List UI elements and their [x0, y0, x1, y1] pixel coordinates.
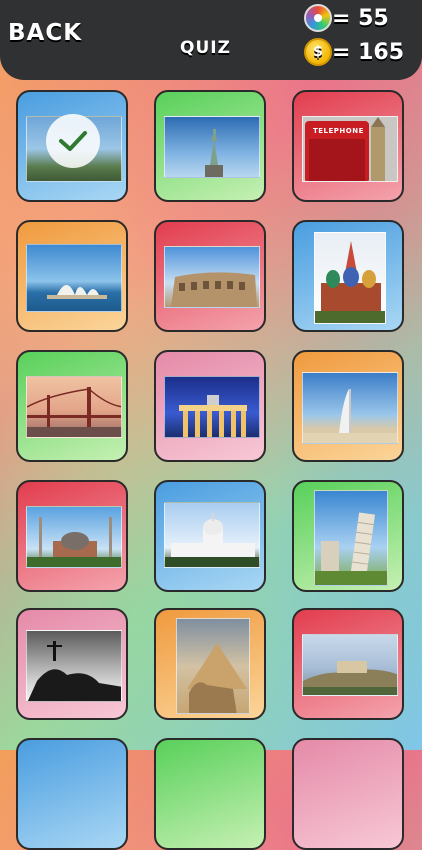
dollar-coin-icon[interactable]: $	[304, 38, 332, 66]
landmark-photo	[164, 502, 260, 568]
landmark-photo	[26, 376, 122, 438]
landmark-photo	[164, 376, 260, 438]
level-tile-partial[interactable]	[16, 738, 128, 850]
landmark-photo	[164, 116, 260, 178]
landmark-photo	[302, 372, 398, 444]
landmark-photo	[176, 618, 250, 714]
page-title: QUIZ	[180, 38, 231, 58]
landmark-photo	[314, 490, 388, 586]
landmark-photo	[26, 506, 122, 568]
level-tile-colosseum[interactable]	[154, 220, 266, 332]
landmark-photo	[26, 244, 122, 312]
level-tile-statue-of-liberty[interactable]	[154, 90, 266, 202]
landmark-photo	[314, 232, 386, 324]
level-tile-partial[interactable]	[154, 738, 266, 850]
level-tile-golden-gate-bridge[interactable]	[16, 350, 128, 462]
level-tile-st-basils-cathedral[interactable]	[292, 220, 404, 332]
photo-text: TELEPHONE	[313, 127, 364, 135]
level-tile-us-capitol[interactable]	[154, 480, 266, 592]
landmark-photo	[302, 634, 398, 696]
level-tile-sydney-opera-house[interactable]	[16, 220, 128, 332]
level-tile-hagia-sophia[interactable]	[16, 480, 128, 592]
back-button[interactable]: BACK	[8, 20, 82, 46]
level-tile-leaning-tower-of-pisa[interactable]	[292, 480, 404, 592]
level-tile-london-telephone-booth[interactable]: TELEPHONE	[292, 90, 404, 202]
level-tile-christ-the-redeemer[interactable]	[16, 608, 128, 720]
level-tile-burj-al-arab[interactable]	[292, 350, 404, 462]
level-tile-brandenburg-gate[interactable]	[154, 350, 266, 462]
hints-counter: = 55	[304, 4, 389, 32]
landmark-photo	[26, 630, 122, 702]
checkmark-icon	[46, 114, 100, 168]
top-bar: BACK QUIZ = 55 $ = 165	[0, 0, 422, 80]
level-tile-pyramids-and-sphinx[interactable]	[154, 608, 266, 720]
hints-value: = 55	[332, 5, 389, 31]
color-wheel-icon[interactable]	[304, 4, 332, 32]
level-tile-partial[interactable]	[292, 738, 404, 850]
level-tile-paris[interactable]	[16, 90, 128, 202]
level-tile-acropolis[interactable]	[292, 608, 404, 720]
landmark-photo: TELEPHONE	[302, 116, 398, 182]
landmark-photo	[164, 246, 260, 308]
coins-value: = 165	[332, 39, 405, 65]
coins-counter: $ = 165	[304, 38, 404, 66]
